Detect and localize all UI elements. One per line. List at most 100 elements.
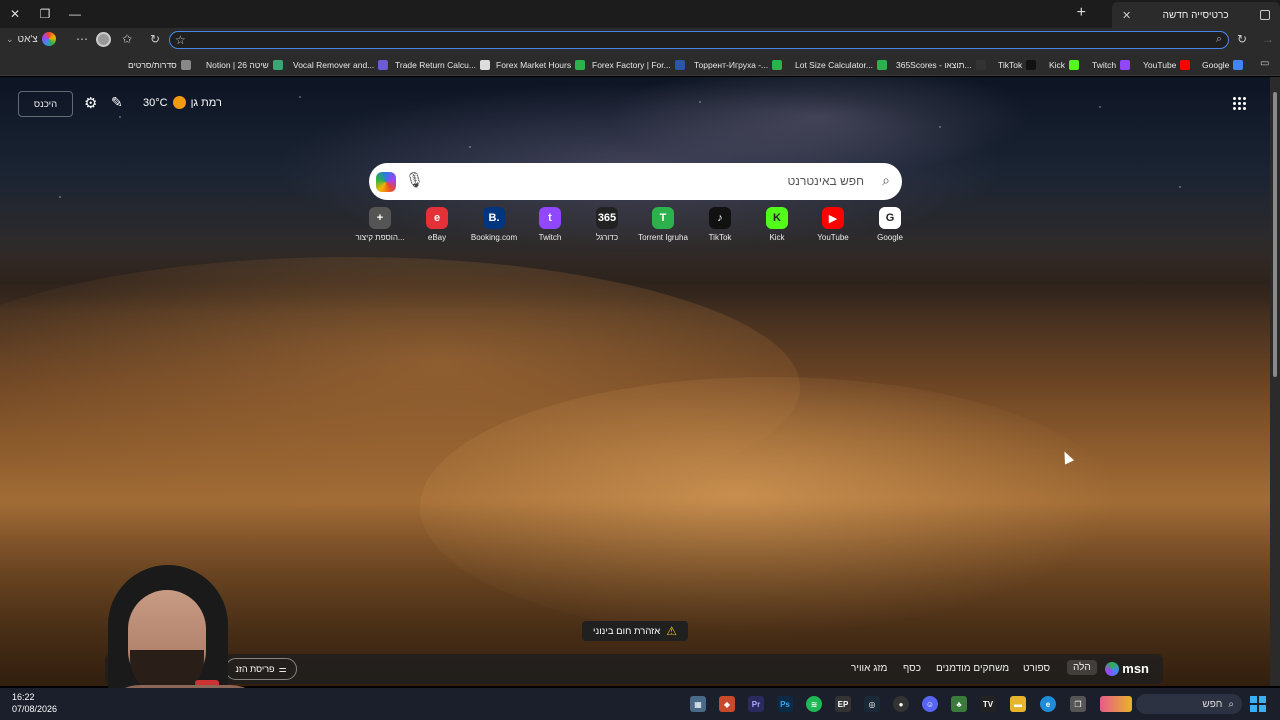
bookmark-item[interactable]: סדרות/סרטים (128, 58, 191, 71)
steam-icon[interactable]: ◎ (864, 696, 880, 712)
bookmark-item[interactable]: YouTube (1143, 58, 1191, 71)
quick-link-tile[interactable]: B. Booking.com (464, 207, 524, 242)
quick-link-label: Kick (769, 233, 785, 242)
title-bar: ✕ ❐ — + ✕ כרטיסייה חדשה (0, 0, 1280, 28)
task-view-icon[interactable]: ❐ (1070, 696, 1086, 712)
msn-logo[interactable]: msn (1105, 661, 1149, 676)
obs-icon[interactable]: ● (893, 696, 909, 712)
feed-tab-sports[interactable]: ספורט (1023, 663, 1050, 674)
bookmark-item[interactable]: Vocal Remover and... (293, 58, 389, 71)
msn-bird-icon (1105, 661, 1120, 676)
restore-window-icon[interactable]: ❐ (34, 4, 56, 24)
minimize-window-icon[interactable]: — (64, 4, 86, 24)
refresh-icon[interactable]: ↻ (150, 32, 160, 46)
pencil-icon[interactable]: ✎ (111, 94, 123, 111)
favorite-star-icon[interactable]: ☆ (175, 33, 186, 47)
quick-link-label: Twitch (538, 233, 562, 242)
taskbar-search[interactable]: חפש ⌕ (1136, 694, 1242, 714)
profile-avatar[interactable] (96, 32, 111, 47)
heat-alert-badge[interactable]: ⚠ אזהרת חום בינוני (582, 621, 688, 641)
system-clock[interactable]: 16:22 07/08/2026 (12, 691, 57, 715)
spotify-icon[interactable]: ≋ (806, 696, 822, 712)
quick-link-icon: e (426, 207, 448, 229)
chat-label: צ'אט (17, 33, 38, 45)
feed-tab-casual-games[interactable]: משחקים מודמנים (936, 663, 1009, 674)
address-search-icon[interactable]: ⌕ (1216, 33, 1222, 46)
bookmark-item[interactable]: Kick (1049, 58, 1080, 71)
start-button[interactable] (1250, 696, 1266, 712)
bookmark-item[interactable]: 365Scores - תוצאו... (896, 58, 986, 71)
bookmark-item[interactable]: TikTok (998, 58, 1037, 71)
app-icon[interactable]: ♣ (951, 696, 967, 712)
bookmarks-overflow-icon[interactable]: ▭ (1260, 58, 1269, 69)
quick-link-tile[interactable]: e eBay (407, 207, 467, 242)
bookmark-item[interactable]: Trade Return Calcu... (395, 58, 490, 71)
bookmark-favicon-icon (479, 59, 490, 70)
quick-links: + הוספת קיצור... e eBay B. Booking.com t Twitch… (0, 207, 1270, 247)
microphone-icon[interactable]: 🎙 (405, 171, 424, 189)
page-scrollbar[interactable] (1270, 77, 1280, 686)
reload-icon[interactable]: ↻ (1237, 32, 1247, 46)
quick-link-tile[interactable]: ▶ YouTube (803, 207, 863, 242)
calculator-icon[interactable]: ▦ (690, 696, 706, 712)
folder-icon[interactable]: ▬ (1010, 696, 1026, 712)
bookmark-item[interactable]: Notion | שיטה 26 (206, 58, 283, 71)
discord-icon[interactable]: ☺ (922, 696, 938, 712)
address-bar[interactable]: ☆ ⌕ (169, 31, 1229, 49)
tab-close-icon[interactable]: ✕ (1122, 9, 1131, 22)
epic-games-icon[interactable]: EP (835, 696, 851, 712)
bookmark-favicon-icon (674, 59, 685, 70)
quick-link-label: YouTube (817, 233, 849, 242)
signin-button[interactable]: היכנס (18, 91, 73, 117)
sun-icon (172, 96, 186, 109)
bookmark-item[interactable]: Lot Size Calculator... (795, 58, 887, 71)
quick-link-tile[interactable]: G Google (860, 207, 920, 242)
quick-link-tile[interactable]: K Kick (747, 207, 807, 242)
tradingview-icon[interactable]: TV (980, 696, 996, 712)
quick-link-tile[interactable]: T Torrent Igruha (633, 207, 693, 242)
feed-tab-money[interactable]: כסף (903, 663, 921, 674)
bookmark-item[interactable]: Twitch (1092, 58, 1131, 71)
edge-icon[interactable]: e (1040, 696, 1056, 712)
gear-icon[interactable]: ⚙ (84, 94, 97, 112)
favorites-icon[interactable]: ✩ (122, 32, 132, 46)
warning-icon: ⚠ (666, 624, 677, 638)
more-options-icon[interactable]: ⋯ (76, 32, 88, 46)
quick-link-tile[interactable]: + הוספת קיצור... (350, 207, 410, 242)
bookmark-favicon-icon (575, 59, 586, 70)
search-icon: ⌕ (1228, 698, 1234, 710)
quick-link-label: Booking.com (470, 233, 518, 242)
premiere-icon[interactable]: Pr (748, 696, 764, 712)
photoshop-icon[interactable]: Ps (777, 696, 793, 712)
bookmark-label: Торрент-Игруха -... (694, 59, 769, 70)
weather-widget[interactable]: 30°C רמת גן (143, 96, 222, 109)
quick-link-icon: t (539, 207, 561, 229)
forward-icon[interactable]: → (1262, 32, 1274, 46)
bookmark-favicon-icon (876, 59, 887, 70)
scrollbar-thumb[interactable] (1273, 92, 1277, 377)
bookmark-item[interactable]: Forex Factory | For... (592, 58, 685, 71)
app-launcher-icon[interactable] (1232, 96, 1246, 110)
quick-link-tile[interactable]: ♪ TikTok (690, 207, 750, 242)
bookmark-label: סדרות/סרטים (128, 59, 177, 70)
widget-icon[interactable] (1100, 696, 1132, 712)
new-tab-button[interactable]: + (1077, 4, 1086, 22)
feed-tab-discover[interactable]: הלה (1067, 660, 1097, 675)
web-search-box[interactable]: 🎙 חפש באינטרנט ⌕ (369, 163, 902, 200)
search-icon[interactable]: ⌕ (882, 172, 890, 189)
quick-link-icon: ▶ (822, 207, 844, 229)
close-window-icon[interactable]: ✕ (4, 4, 26, 24)
feed-tab-weather[interactable]: מזג אוויר (851, 663, 887, 674)
copilot-icon[interactable] (376, 172, 396, 192)
tab-new-tab[interactable]: ✕ כרטיסייה חדשה (1112, 2, 1280, 28)
store-icon[interactable]: ◆ (719, 696, 735, 712)
bookmarks-bar: סדרות/סרטים Notion | שיטה 26 Vocal Remover… (0, 52, 1280, 76)
bookmark-item[interactable]: Google (1202, 58, 1244, 71)
bookmark-item[interactable]: Торрент-Игруха -... (694, 58, 783, 71)
quick-link-tile[interactable]: t Twitch (520, 207, 580, 242)
bookmark-item[interactable]: Forex Market Hours (496, 58, 586, 71)
copilot-chat-button[interactable]: ⌄ צ'אט (6, 31, 56, 47)
bookmark-favicon-icon (772, 59, 783, 70)
quick-link-tile[interactable]: 365 כדורגל (577, 207, 637, 242)
bookmark-label: Twitch (1092, 59, 1117, 70)
